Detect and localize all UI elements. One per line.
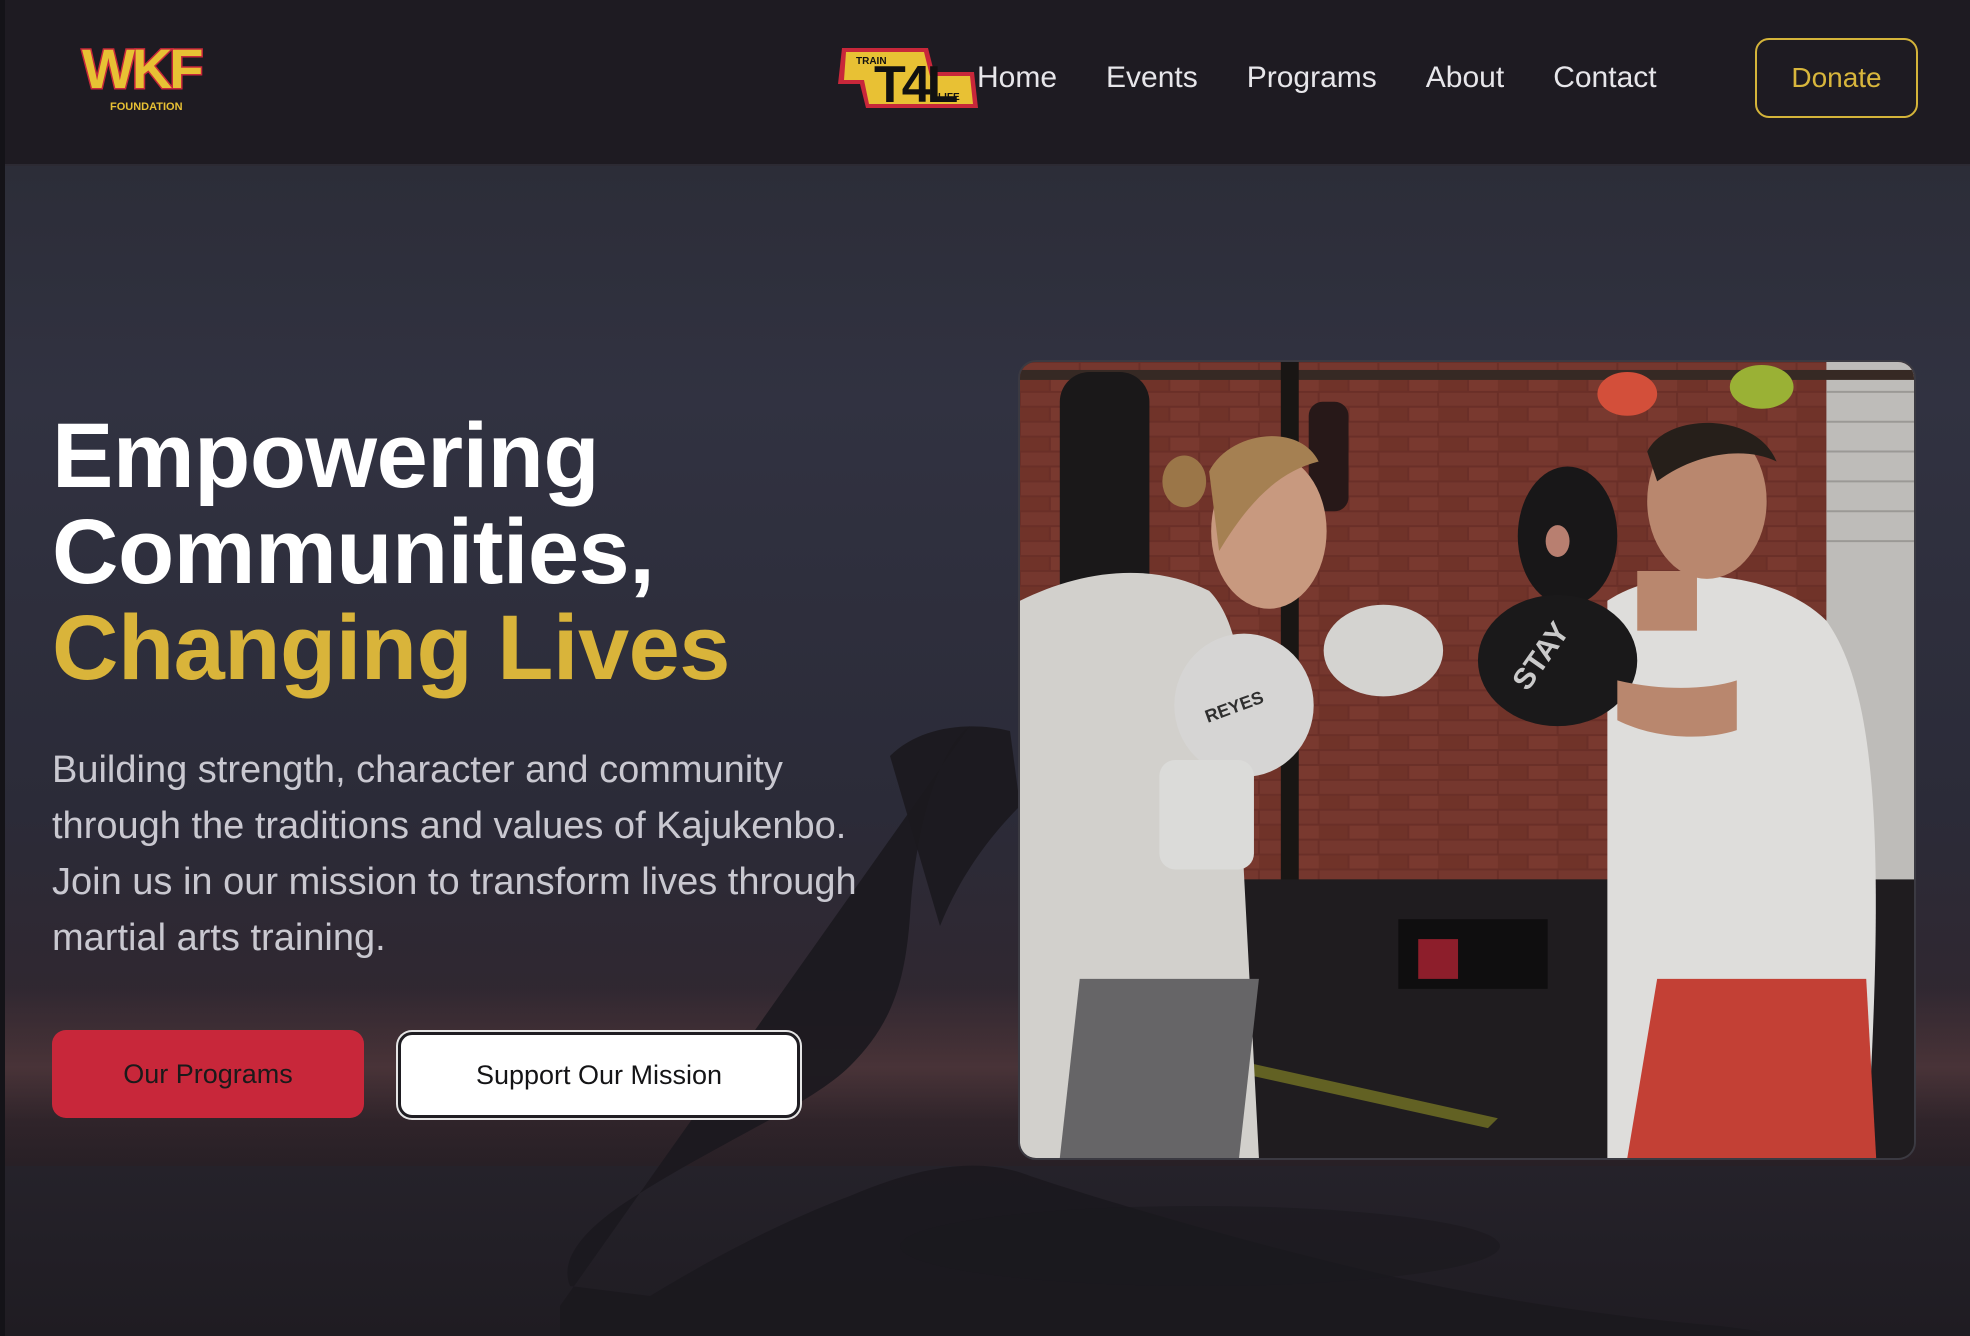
nav-link-programs[interactable]: Programs xyxy=(1247,61,1377,95)
main-nav: Home Events Programs About Contact xyxy=(977,52,1657,104)
wkf-logo-subtext: FOUNDATION xyxy=(110,101,183,113)
nav-link-about[interactable]: About xyxy=(1426,61,1504,95)
wkf-logo-icon: WKF FOUNDATION xyxy=(81,36,207,114)
nav-link-contact[interactable]: Contact xyxy=(1553,61,1656,95)
top-navbar: WKF FOUNDATION TRAIN T4L LIFE Home Event… xyxy=(0,0,1970,166)
t4l-logo-text: T4L xyxy=(874,56,958,112)
hero-headline: Empowering Communities, Changing Lives xyxy=(52,408,952,696)
headline-line-2: Communities, xyxy=(52,501,655,603)
wkf-logo-text: WKF xyxy=(82,37,202,100)
boxing-photo-illustration: REYES STAY xyxy=(1020,362,1914,1158)
hero-section: Empowering Communities, Changing Lives B… xyxy=(0,166,1970,1336)
page: WKF FOUNDATION TRAIN T4L LIFE Home Event… xyxy=(0,0,1970,1336)
headline-accent: Changing Lives xyxy=(52,597,730,699)
nav-link-home[interactable]: Home xyxy=(977,61,1057,95)
t4l-logo-bottom: LIFE xyxy=(938,92,960,103)
wkf-foundation-logo[interactable]: WKF FOUNDATION xyxy=(78,36,214,118)
our-programs-button[interactable]: Our Programs xyxy=(52,1030,364,1118)
train-4-life-logo[interactable]: TRAIN T4L LIFE xyxy=(838,44,978,114)
hero-description: Building strength, character and communi… xyxy=(52,749,857,959)
t4l-logo-icon: TRAIN T4L LIFE xyxy=(838,48,978,114)
donate-button[interactable]: Donate xyxy=(1755,38,1918,118)
headline-line-1: Empowering xyxy=(52,405,600,507)
window-edge xyxy=(0,0,5,1336)
boxing-training-photo: REYES STAY xyxy=(1018,360,1916,1160)
support-mission-button[interactable]: Support Our Mission xyxy=(398,1032,800,1118)
nav-link-events[interactable]: Events xyxy=(1106,61,1198,95)
